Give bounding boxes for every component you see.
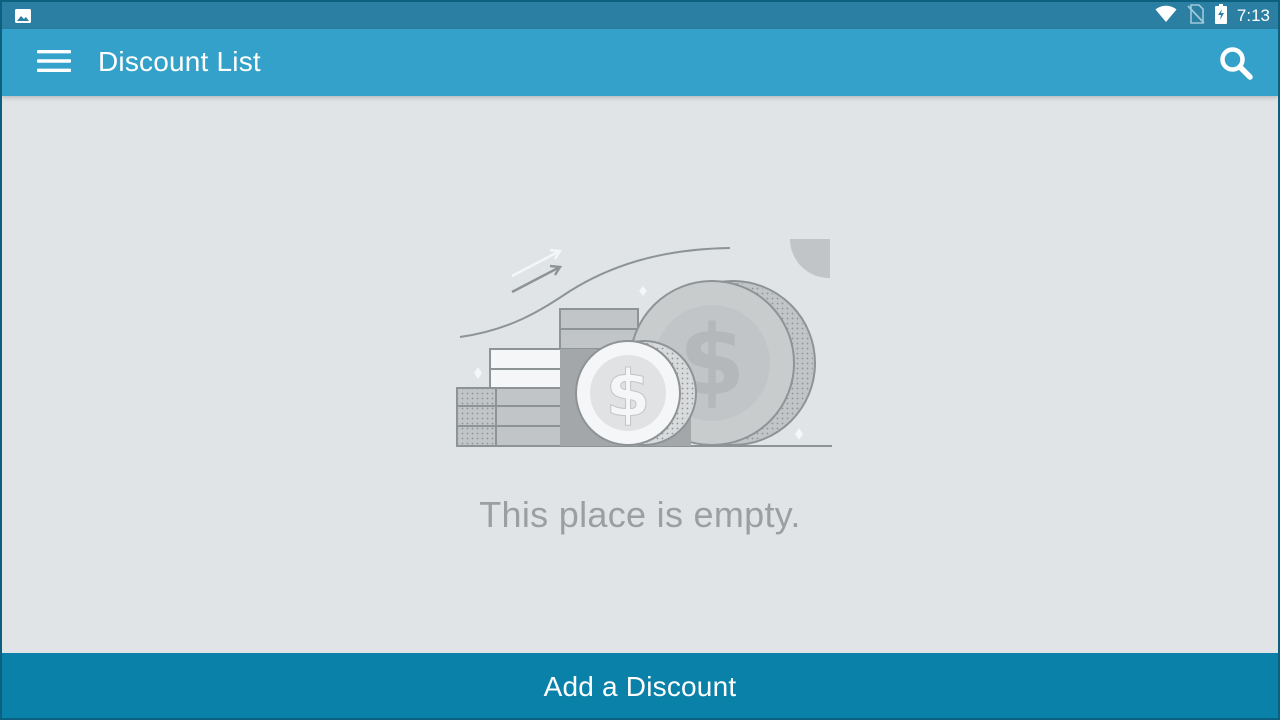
page-title: Discount List xyxy=(98,46,261,77)
battery-charging-icon xyxy=(1214,3,1227,29)
empty-state-message: This place is empty. xyxy=(479,494,801,535)
app-window: 7:13 Discount List $ $ This place is emp… xyxy=(0,0,1280,720)
empty-content-area: $ $ This place is empty. xyxy=(2,96,1278,653)
svg-text:$: $ xyxy=(606,358,651,432)
status-bar: 7:13 xyxy=(2,2,1278,29)
add-discount-button[interactable]: Add a Discount xyxy=(2,653,1278,718)
menu-button[interactable] xyxy=(32,45,76,81)
app-bar: Discount List xyxy=(2,29,1278,96)
search-button[interactable] xyxy=(1216,45,1256,85)
wifi-icon xyxy=(1155,5,1177,28)
hamburger-menu-icon xyxy=(37,49,71,78)
status-time: 7:13 xyxy=(1236,6,1270,25)
status-icons: 7:13 xyxy=(1155,3,1270,29)
add-discount-label: Add a Discount xyxy=(543,670,737,702)
money-stack-coins-illustration: $ $ xyxy=(456,239,832,447)
search-icon xyxy=(1219,46,1253,85)
image-notification-icon xyxy=(14,7,32,25)
no-sim-icon xyxy=(1187,3,1205,29)
